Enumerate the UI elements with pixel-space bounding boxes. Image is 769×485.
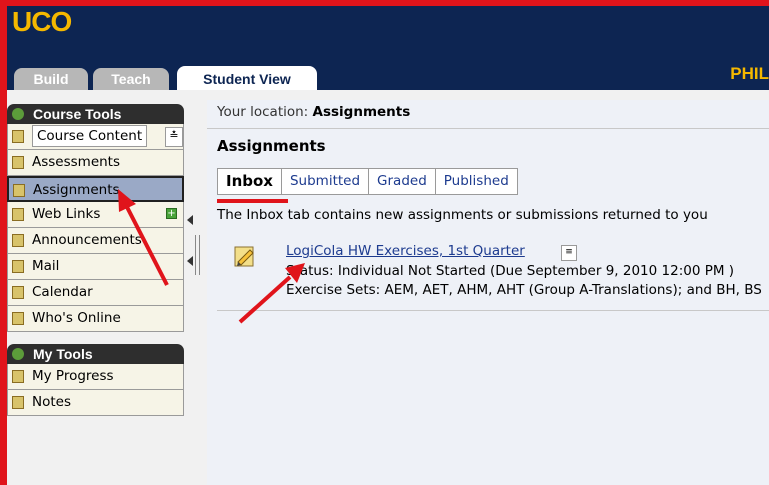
annotation-arrow-sidebar [118,189,169,286]
annotation-arrows [118,189,305,324]
annotation-arrow-status [238,263,305,324]
